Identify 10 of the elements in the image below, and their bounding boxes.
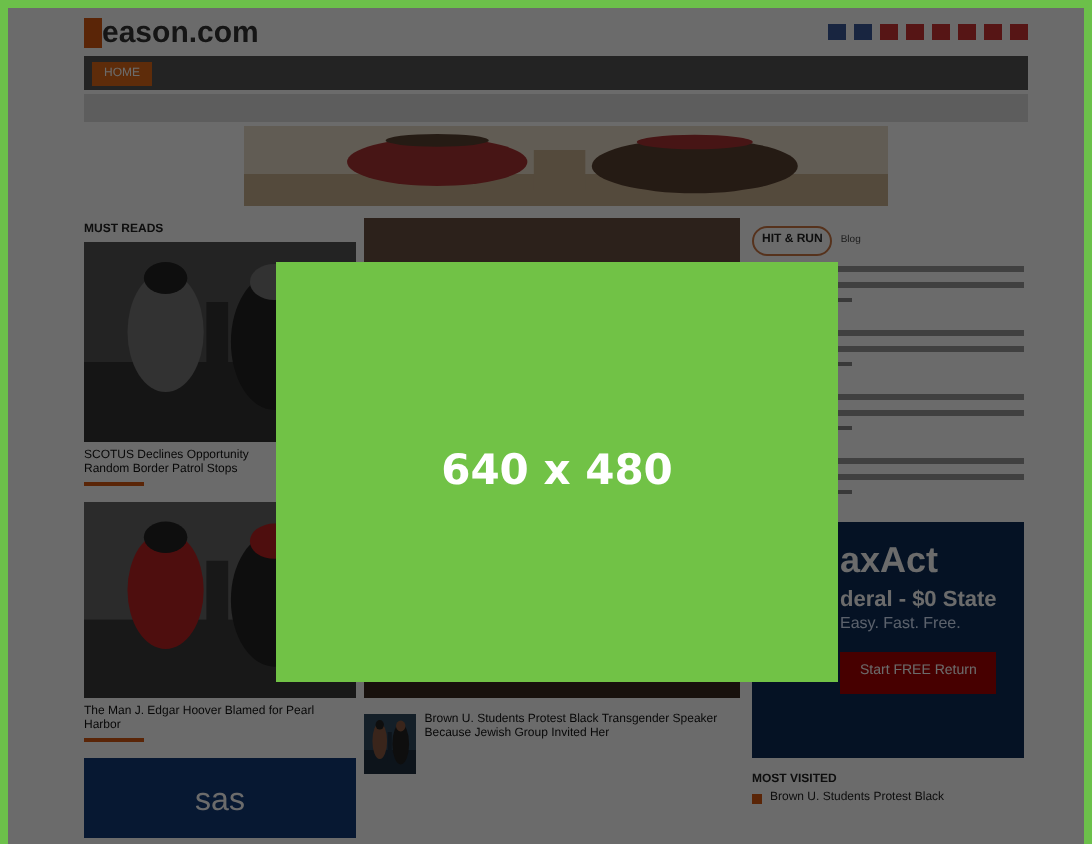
sas-ad[interactable]: sas	[84, 757, 356, 838]
byline	[84, 737, 144, 742]
byline	[84, 481, 144, 486]
logo-mark	[84, 17, 102, 47]
site-logo: eason.com	[102, 17, 259, 47]
placeholder-label: 640 x 480	[441, 444, 673, 499]
bullet-icon	[752, 793, 762, 803]
ad-tagline: Easy. Fast. Free.	[840, 616, 963, 632]
ad-brand: axAct	[840, 542, 941, 578]
ad-headline: deral - $0 State	[840, 590, 999, 612]
